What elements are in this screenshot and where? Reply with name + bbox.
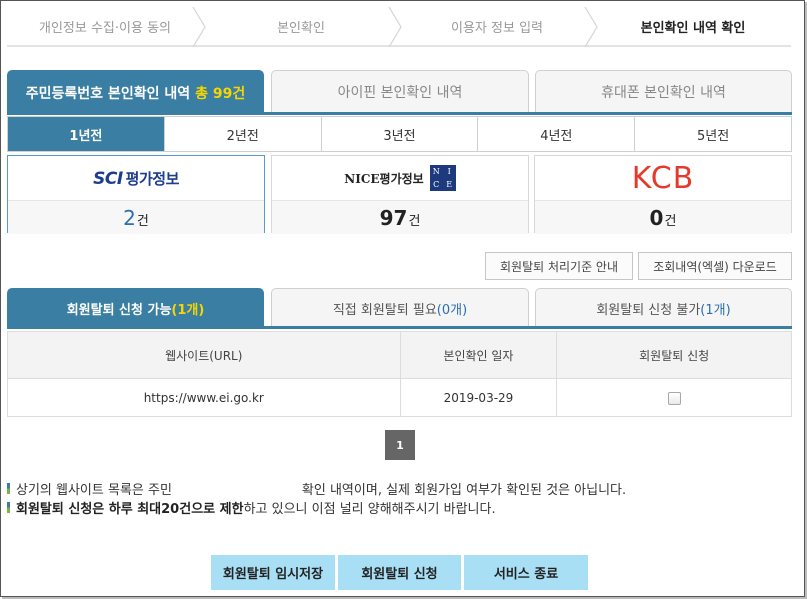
tab-phone-label: 휴대폰 본인확인 내역 [601, 84, 726, 101]
withdraw-status-tabs: 회원탈퇴 신청 가능 (1개) 직접 회원탈퇴 필요 (0개) 회원탈퇴 신청 불가… [7, 288, 792, 328]
note-2-rest: 하고 있으니 이점 널리 양해해주시기 바랍니다. [243, 502, 496, 517]
tab-ipin-label: 아이핀 본인확인 내역 [337, 84, 463, 101]
tab-year-5[interactable]: 5년전 [634, 117, 791, 151]
withdraw-apply-button[interactable]: 회원탈퇴 신청 [338, 555, 461, 590]
kcb-logo-text: KCB [631, 160, 695, 196]
kcb-count-value: 0 [649, 206, 664, 230]
year-tabs: 1년전 2년전 3년전 4년전 5년전 [7, 116, 792, 152]
header-date: 본인확인 일자 [399, 331, 558, 379]
tab-withdraw-impossible-label: 회원탈퇴 신청 불가 [596, 302, 701, 318]
tab-year-1[interactable]: 1년전 [8, 117, 164, 151]
cell-date: 2019-03-29 [399, 378, 558, 417]
step-history: 본인확인 내역 확인 [595, 7, 791, 45]
excel-download-button[interactable]: 조회내역(엑셀) 다운로드 [638, 252, 792, 280]
tab-withdraw-direct-count: (0개) [436, 302, 468, 318]
tab-withdraw-possible[interactable]: 회원탈퇴 신청 가능 (1개) [7, 288, 264, 328]
tab-year-2[interactable]: 2년전 [163, 117, 321, 151]
page-button-current[interactable]: 1 [385, 430, 415, 460]
tab-underline [7, 112, 792, 115]
header-withdraw: 회원탈퇴 신청 [556, 331, 792, 379]
header-url: 웹사이트(URL) [7, 331, 401, 379]
note-1-part-b: 확인 내역이며, 실제 회원가입 여부가 확인된 것은 아닙니다. [301, 483, 627, 498]
service-end-button[interactable]: 서비스 종료 [464, 555, 588, 590]
bullet-icon [7, 502, 10, 513]
cell-url: https://www.ei.go.kr [7, 378, 401, 417]
kcb-logo: KCB [535, 156, 791, 200]
tab-withdraw-possible-label: 회원탈퇴 신청 가능 [66, 303, 172, 318]
criteria-guide-button[interactable]: 회원탈퇴 처리기준 안내 [485, 252, 633, 280]
step-user-info-label: 이용자 정보 입력 [451, 20, 543, 36]
sci-logo-main: SCI [93, 168, 123, 189]
tab-year-4[interactable]: 4년전 [477, 117, 635, 151]
table-row: https://www.ei.go.kr 2019-03-29 [7, 378, 792, 417]
tab-resident-number-count: 총 99건 [195, 85, 246, 102]
agency-count-nice: 97 건 [272, 200, 528, 234]
agency-card-nice[interactable]: NICE평가정보 NICE 97 건 [271, 155, 529, 234]
note-2-bold-b: 20건 [161, 502, 192, 517]
temp-save-button[interactable]: 회원탈퇴 임시저장 [211, 555, 335, 590]
agency-count-kcb: 0건 [535, 200, 791, 234]
withdraw-checkbox[interactable] [667, 391, 681, 405]
window-frame: 개인정보 수집·이용 동의 본인확인 이용자 정보 입력 본인확인 내역 확인 … [0, 0, 805, 597]
tab-withdraw-impossible[interactable]: 회원탈퇴 신청 불가 (1개) [535, 288, 792, 327]
nice-emblem-icon: NICE [429, 165, 456, 191]
table-header-row: 웹사이트(URL) 본인확인 일자 회원탈퇴 신청 [7, 331, 792, 379]
note-2-bold-a: 회원탈퇴 신청은 하루 최대 [16, 502, 162, 517]
tab-phone[interactable]: 휴대폰 본인확인 내역 [535, 70, 792, 112]
sci-logo: SCI 평가정보 [8, 156, 264, 200]
step-verify-label: 본인확인 [277, 20, 325, 36]
agency-card-kcb[interactable]: KCB 0건 [534, 155, 792, 234]
tab-ipin[interactable]: 아이핀 본인확인 내역 [271, 70, 529, 112]
step-consent-label: 개인정보 수집·이용 동의 [39, 20, 171, 36]
website-table: 웹사이트(URL) 본인확인 일자 회원탈퇴 신청 https://www.ei… [7, 331, 792, 417]
note-1-part-a: 상기의 웹사이트 목록은 주민 [16, 483, 172, 498]
tab-resident-number[interactable]: 주민등록번호 본인확인 내역 총 99건 [7, 70, 264, 114]
step-consent: 개인정보 수집·이용 동의 [7, 7, 206, 47]
note-limit: 회원탈퇴 신청은 하루 최대 20건 으로 제한 하고 있으니 이점 널리 양해해주… [7, 498, 496, 517]
sci-logo-sub: 평가정보 [125, 169, 180, 188]
verification-type-tabs: 주민등록번호 본인확인 내역 총 99건 아이핀 본인확인 내역 휴대폰 본인확… [7, 70, 792, 114]
sci-count-unit: 건 [136, 214, 149, 229]
note-2-bold-c: 으로 제한 [191, 502, 244, 517]
step-indicator: 개인정보 수집·이용 동의 본인확인 이용자 정보 입력 본인확인 내역 확인 [7, 7, 791, 47]
step-verify: 본인확인 [203, 7, 402, 47]
tab-withdraw-direct[interactable]: 직접 회원탈퇴 필요 (0개) [271, 288, 529, 327]
tab-withdraw-impossible-count: (1개) [700, 302, 731, 318]
tab-withdraw-possible-count: (1개) [171, 303, 205, 318]
nice-count-value: 97 [379, 206, 408, 230]
tab-withdraw-direct-label: 직접 회원탈퇴 필요 [332, 302, 437, 318]
step-history-label: 본인확인 내역 확인 [640, 20, 746, 36]
sci-count-value: 2 [123, 206, 136, 230]
bullet-icon [7, 483, 10, 494]
step-user-info: 이용자 정보 입력 [399, 7, 598, 47]
note-list-info: 상기의 웹사이트 목록은 주민 확인 내역이며, 실제 회원가입 여부가 확인된 … [7, 479, 626, 498]
tab-year-3[interactable]: 3년전 [320, 117, 478, 151]
nice-count-unit: 건 [408, 214, 421, 229]
agency-count-sci: 2건 [8, 200, 264, 234]
nice-logo-text: NICE평가정보 [344, 171, 424, 186]
cell-checkbox [556, 378, 792, 417]
tab-resident-number-label: 주민등록번호 본인확인 내역 [25, 85, 191, 102]
kcb-count-unit: 건 [664, 214, 677, 229]
nice-logo: NICE평가정보 NICE [272, 156, 528, 200]
agency-card-sci[interactable]: SCI 평가정보 2건 [7, 155, 265, 234]
withdraw-tab-underline [7, 326, 792, 329]
